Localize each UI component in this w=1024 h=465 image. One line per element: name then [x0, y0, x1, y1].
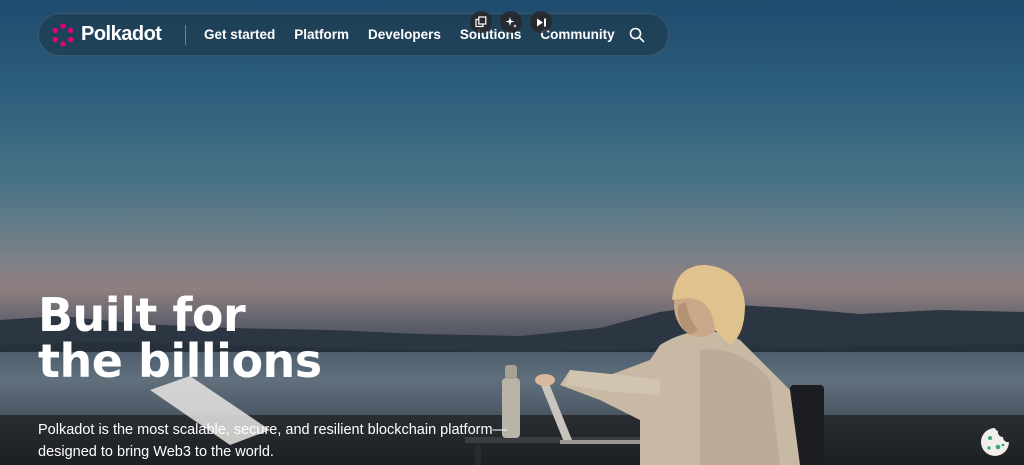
nav-item-developers[interactable]: Developers — [368, 27, 441, 42]
search-icon[interactable] — [628, 26, 646, 44]
person-with-laptop-illustration — [150, 265, 824, 465]
hero-headline: Built for the billions — [38, 292, 322, 384]
nav-item-community[interactable]: Community — [540, 27, 614, 42]
nav-item-platform[interactable]: Platform — [294, 27, 349, 42]
brand-name: Polkadot — [81, 23, 162, 45]
polkadot-logo[interactable]: Polkadot — [51, 22, 181, 47]
polkadot-logo-icon — [52, 22, 74, 47]
hero-headline-line2: the billions — [38, 334, 322, 388]
sparkle-button[interactable] — [500, 11, 522, 33]
nav-links: Get started Platform Developers Solution… — [204, 27, 615, 42]
hero-description-line1: Polkadot is the most scalable, secure, a… — [38, 422, 508, 438]
nav-divider — [185, 24, 186, 45]
nav-item-get-started[interactable]: Get started — [204, 27, 275, 42]
hero-description-line2: designed to bring Web3 to the world. — [38, 444, 274, 460]
copy-icon — [475, 16, 487, 28]
main-navbar: Polkadot Get started Platform Developers… — [38, 13, 669, 56]
cookie-icon[interactable] — [978, 425, 1012, 459]
copy-button[interactable] — [470, 11, 492, 33]
skip-forward-button[interactable] — [530, 11, 552, 33]
sparkle-icon — [505, 16, 517, 28]
hero-description: Polkadot is the most scalable, secure, a… — [38, 419, 538, 463]
hero-section: Polkadot Get started Platform Developers… — [0, 0, 1024, 465]
skip-forward-icon — [536, 18, 546, 26]
